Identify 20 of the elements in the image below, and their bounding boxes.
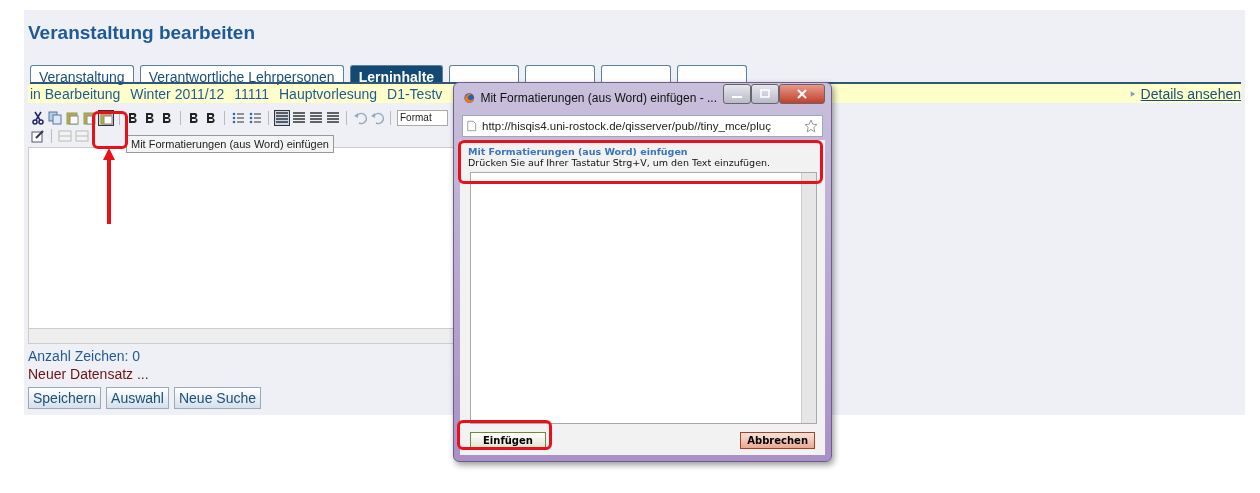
form-button[interactable]: Auswahl: [106, 387, 169, 409]
info-text: D1-Testv: [387, 85, 443, 102]
dialog-heading: Mit Formatierungen (aus Word) einfügen: [468, 146, 689, 157]
char-count: Anzahl Zeichen: 0: [28, 348, 142, 364]
info-text: Hauptvorlesung: [279, 85, 378, 102]
form-button[interactable]: Neue Suche: [173, 387, 262, 409]
record-status: Neuer Datensatz ...: [28, 366, 150, 382]
tooltip: Mit Formatierungen (aus Word) einfügen: [126, 135, 334, 153]
info-text: in Bearbeitung: [30, 85, 121, 102]
info-text: 11111: [234, 85, 269, 102]
url-text: http://hisqis4.uni-rostock.de/qisserver/pub//tiny_mce/pluç: [482, 120, 772, 132]
page-title: Veranstaltung bearbeiten: [28, 22, 256, 44]
cancel-button[interactable]: Abbrechen: [740, 432, 815, 449]
dialog-title: Mit Formatierungen (aus Word) einfügen - ...: [480, 91, 717, 105]
form-button[interactable]: Speichern: [28, 387, 102, 409]
tab[interactable]: Lerninhalte: [349, 65, 444, 82]
info-text: Winter 2011/12: [130, 85, 225, 102]
dialog-instruction: Drücken Sie auf Ihrer Tastatur Strg+V, um den Text einzufügen.: [468, 157, 772, 168]
details-link[interactable]: Details ansehen: [1128, 85, 1241, 102]
format-select[interactable]: Format: [397, 110, 448, 126]
